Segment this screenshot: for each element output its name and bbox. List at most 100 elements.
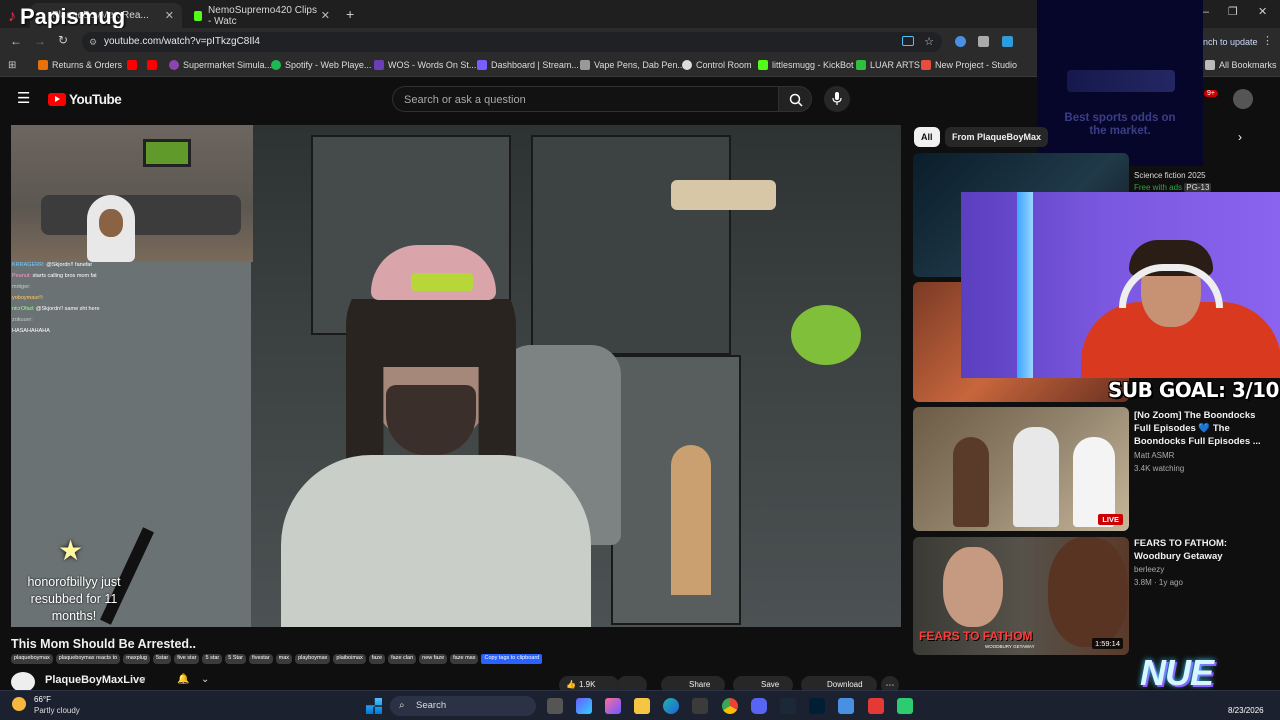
recommendation-thumbnail[interactable]: FEARS TO FATHOM WOODBURY GETAWAY 1:59:14 — [913, 537, 1129, 655]
recommendation-title[interactable]: FEARS TO FATHOM: Woodbury Getaway — [1134, 537, 1274, 563]
tag-chip[interactable]: plaqueboymax reacts to — [55, 654, 121, 664]
streamer-name-overlay: ♪ Papismug — [8, 4, 125, 30]
tag-chip[interactable]: five star — [174, 654, 200, 664]
menu-hamburger-icon[interactable]: ☰ — [17, 89, 30, 107]
chat-message: HASAHAHAHA — [12, 328, 50, 334]
streamer-beard — [386, 385, 476, 455]
close-icon[interactable]: ✕ — [165, 9, 174, 22]
new-tab-button[interactable]: + — [346, 6, 354, 22]
maximize-button[interactable]: ❐ — [1228, 5, 1238, 18]
bookmark-item[interactable]: Spotify - Web Playe... — [271, 60, 371, 70]
chat-message: mrtiger: — [12, 284, 31, 290]
bookmark-item[interactable]: Vape Pens, Dab Pen... — [580, 60, 685, 70]
windows-start-icon[interactable] — [366, 698, 382, 714]
cast-icon[interactable] — [902, 36, 914, 46]
bookmark-item[interactable]: Control Room — [682, 60, 752, 70]
store-icon[interactable] — [692, 698, 708, 714]
notification-bell-icon[interactable]: 🔔 — [177, 674, 189, 685]
tag-chip[interactable]: faze max — [450, 654, 479, 664]
tag-chip[interactable]: new faze — [419, 654, 448, 664]
bookmark-item[interactable]: New Project - Studio — [921, 60, 1017, 70]
tv-screen — [143, 139, 191, 167]
extension-icon[interactable] — [978, 36, 989, 47]
tag-chip[interactable]: faze — [368, 654, 386, 664]
bookmark-item[interactable]: Supermarket Simula... — [169, 60, 272, 70]
bookmark-star-icon[interactable]: ☆ — [924, 32, 934, 52]
discord-icon[interactable] — [751, 698, 767, 714]
chip-scroll-right-icon[interactable]: › — [1238, 130, 1242, 144]
tag-chip[interactable]: playboymax — [295, 654, 331, 664]
recommendation-channel[interactable]: Matt ASMR — [1134, 450, 1174, 462]
bookmark-item[interactable] — [147, 60, 157, 70]
file-explorer-icon[interactable] — [634, 698, 650, 714]
extension-icon[interactable] — [955, 36, 966, 47]
notepad-icon[interactable] — [838, 698, 854, 714]
task-view-icon[interactable] — [547, 698, 563, 714]
search-input[interactable]: Search or ask a question — [392, 86, 778, 112]
kickbot-favicon — [758, 60, 768, 70]
tag-chip[interactable]: maxplug — [123, 654, 150, 664]
recommendation-title[interactable]: [No Zoom] The Boondocks Full Episodes 💙 … — [1134, 409, 1274, 448]
edge-icon[interactable] — [663, 698, 679, 714]
tag-chip[interactable]: max — [275, 654, 293, 664]
bookmark-item[interactable]: Dashboard | Stream... — [477, 60, 579, 70]
relaunch-button[interactable]: nch to update — [1203, 37, 1258, 47]
bookmark-favicon — [477, 60, 487, 70]
site-info-icon[interactable]: ⚙ — [89, 32, 97, 52]
recommendation-channel[interactable]: berleezy — [1134, 564, 1164, 576]
browser-tab[interactable]: NemoSupremo420 Clips - Watc ✕ — [186, 3, 338, 28]
apps-grid-icon[interactable]: ⊞ — [8, 60, 16, 71]
copy-tags-button[interactable]: Copy tags to clipboard — [481, 654, 543, 664]
menu-dots-icon[interactable]: ⋮ — [1262, 34, 1273, 47]
person-face — [99, 209, 123, 237]
bookmark-item[interactable] — [127, 60, 137, 70]
steam-icon[interactable] — [780, 698, 796, 714]
voice-search-button[interactable] — [824, 86, 850, 112]
search-icon — [789, 93, 803, 107]
search-button[interactable] — [778, 86, 812, 112]
app-icon[interactable] — [897, 698, 913, 714]
bookmark-item[interactable]: Returns & Orders — [38, 60, 122, 70]
app-icon[interactable] — [868, 698, 884, 714]
close-window-button[interactable]: ✕ — [1258, 5, 1267, 18]
youtube-logo[interactable]: YouTube — [48, 92, 122, 107]
tag-chip[interactable]: 5star — [152, 654, 172, 664]
all-bookmarks-button[interactable]: All Bookmarks — [1205, 60, 1277, 70]
copilot-icon[interactable] — [605, 698, 621, 714]
tag-chip[interactable]: faze clan — [388, 654, 417, 664]
notification-badge[interactable]: 9+ — [1204, 90, 1218, 97]
copilot-icon[interactable] — [576, 698, 592, 714]
bookmark-favicon — [682, 60, 692, 70]
bookmark-item[interactable]: LUAR ARTS — [856, 60, 920, 70]
tag-chip[interactable]: 5 Star — [225, 654, 246, 664]
tag-chip[interactable]: 5 star — [202, 654, 223, 664]
bookmark-item[interactable]: WOS - Words On St... — [374, 60, 476, 70]
bookmark-item[interactable]: littlesmugg - KickBot — [758, 60, 854, 70]
extension-icon[interactable] — [1002, 36, 1013, 47]
verified-icon: ✔ — [139, 675, 147, 685]
reload-icon[interactable]: ↻ — [58, 33, 68, 47]
avatar[interactable] — [1233, 89, 1253, 109]
date-label[interactable]: 8/23/2026 — [1228, 706, 1264, 715]
channel-avatar[interactable] — [11, 672, 35, 692]
forward-icon[interactable]: → — [34, 34, 46, 48]
photoshop-icon[interactable] — [809, 698, 825, 714]
duration-badge: 1:59:14 — [1091, 638, 1123, 649]
back-icon[interactable]: ← — [10, 34, 22, 48]
recommendation-thumbnail[interactable]: LIVE — [913, 407, 1129, 531]
couch — [41, 195, 241, 235]
tag-chip[interactable]: plaqueboymax — [11, 654, 53, 664]
url-input[interactable]: ⚙ youtube.com/watch?v=pITkzgC8Il4 ☆ — [82, 32, 942, 52]
stream-camera-overlay — [11, 125, 253, 262]
filter-chip-all[interactable]: All — [914, 127, 940, 147]
tab-title: NemoSupremo420 Clips - Watc — [208, 4, 317, 27]
channel-name[interactable]: PlaqueBoyMaxLive — [45, 674, 145, 686]
taskbar-search[interactable]: ⌕ Search — [390, 696, 536, 716]
chrome-icon[interactable] — [722, 698, 738, 714]
chevron-down-icon[interactable]: ⌄ — [201, 674, 209, 685]
tag-chip[interactable]: fivestar — [248, 654, 273, 664]
close-icon[interactable]: ✕ — [321, 9, 330, 22]
filter-chip-from-channel[interactable]: From PlaqueBoyMax — [945, 127, 1049, 147]
weather-temp[interactable]: 66°F — [34, 695, 51, 704]
tag-chip[interactable]: plaiboimax — [333, 654, 366, 664]
